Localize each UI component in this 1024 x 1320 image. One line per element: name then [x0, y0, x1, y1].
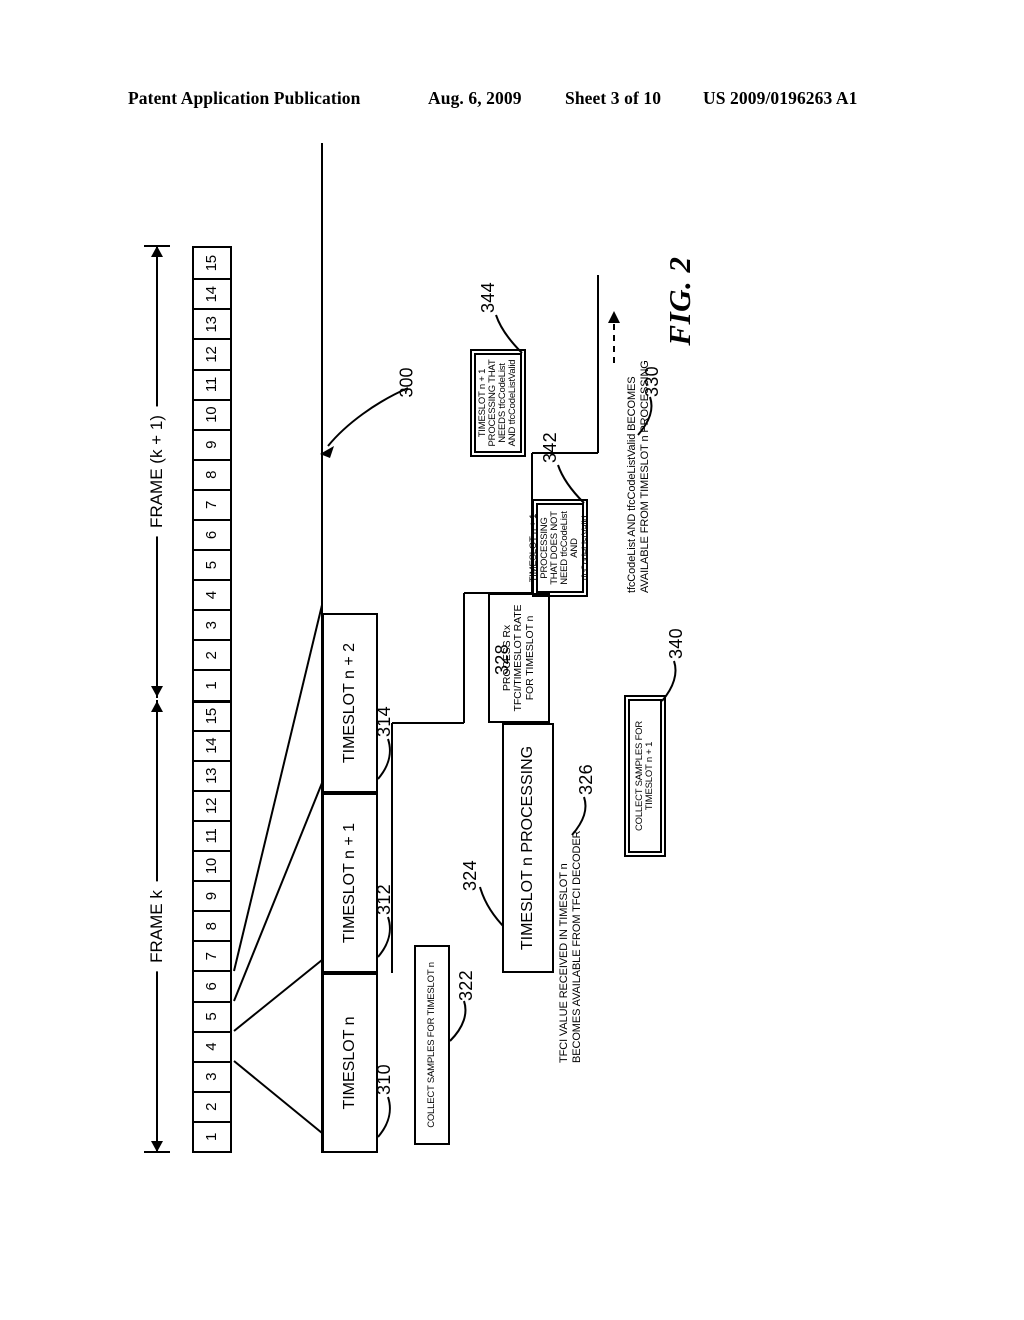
slot-cell[interactable]: 2: [194, 1090, 230, 1121]
ref-344: 344: [478, 282, 498, 313]
slot-cell[interactable]: 7: [194, 940, 230, 971]
collect-samples-n-label: COLLECT SAMPLES FOR TIMESLOT n: [425, 962, 437, 1128]
slot-cell[interactable]: 13: [194, 759, 230, 790]
slot-cell[interactable]: 11: [194, 819, 230, 851]
ref-322: 322: [456, 970, 476, 1001]
timeslot-n-label: TIMESLOT n: [341, 1016, 359, 1110]
timeslot-block-n-plus-2[interactable]: TIMESLOT n + 2: [322, 613, 378, 793]
slot-cell[interactable]: 2: [194, 639, 230, 670]
slot-cell[interactable]: 1: [194, 1120, 230, 1151]
ref-300-leader: [320, 387, 409, 458]
ref-310: 310: [374, 1064, 394, 1095]
slot-cell[interactable]: 9: [194, 880, 230, 911]
slot-cell[interactable]: 10: [194, 850, 230, 881]
collect-samples-n-plus-1-block[interactable]: COLLECT SAMPLES FOR TIMESLOT n + 1: [627, 680, 663, 872]
collect-samples-n-block[interactable]: COLLECT SAMPLES FOR TIMESLOT n: [414, 945, 450, 1145]
frame-k-label: FRAME k: [144, 881, 170, 972]
slot-cell[interactable]: 12: [194, 338, 230, 369]
ref-330: 330: [642, 366, 662, 397]
publication-label: Patent Application Publication: [128, 88, 361, 108]
figure-2-timing-diagram: FRAME k FRAME (k + 1) 1 2 3 4 5 6 7 8 9 …: [144, 143, 892, 1153]
timeslot-n-plus-1-processing-needs-block[interactable]: TIMESLOT n + 1 PROCESSING THAT NEEDS tfc…: [472, 344, 524, 462]
slot-cell[interactable]: 8: [194, 458, 230, 489]
frame-k-plus-1-span: FRAME (k + 1): [140, 245, 174, 698]
slot-cell[interactable]: 13: [194, 308, 230, 339]
timeslot-block-n[interactable]: TIMESLOT n: [322, 973, 378, 1153]
slot-cell[interactable]: 3: [194, 1060, 230, 1091]
slot-cell[interactable]: 1: [194, 669, 230, 700]
tfci-available-line2: BECOMES AVAILABLE FROM TFCI DECODER: [570, 830, 583, 1063]
tfci-available-line1: TFCI VALUE RECEIVED IN TIMESLOT n: [558, 863, 570, 1063]
slot-cell[interactable]: 4: [194, 1030, 230, 1061]
slot-cell[interactable]: 5: [194, 1000, 230, 1031]
timeslot-n-plus-2-label: TIMESLOT n + 2: [341, 642, 359, 764]
frame-k-span: FRAME k: [140, 700, 174, 1153]
slot-cell[interactable]: 8: [194, 910, 230, 941]
frame-k-plus-1-label: FRAME (k + 1): [144, 406, 170, 537]
slot-cell[interactable]: 10: [194, 398, 230, 429]
page-header: Patent Application Publication Aug. 6, 2…: [0, 88, 1024, 116]
collect-samples-n-plus-1-label: COLLECT SAMPLES FOR TIMESLOT n + 1: [633, 720, 655, 832]
tfci-available-annotation: TFCI VALUE RECEIVED IN TIMESLOT n BECOME…: [558, 831, 584, 1063]
timeslot-n-processing-block[interactable]: TIMESLOT n PROCESSING: [502, 723, 554, 973]
slot-cell[interactable]: 14: [194, 278, 230, 309]
sheet-number: Sheet 3 of 10: [565, 88, 662, 108]
slot-cell[interactable]: 15: [194, 699, 230, 730]
tfc-codelist-line1: tfcCodeList AND tfcCodeListValid BECOMES: [626, 376, 638, 594]
slot-cell[interactable]: 6: [194, 970, 230, 1001]
slot-cell[interactable]: 5: [194, 549, 230, 580]
slot-cell[interactable]: 3: [194, 609, 230, 640]
timeslot-n-plus-1-processing-needs-label: TIMESLOT n + 1 PROCESSING THAT NEEDS tfc…: [476, 359, 519, 447]
timeslot-n-plus-1-processing-no-need-label: TIMESLOT n + 1 PROCESSING THAT DOES NOT …: [528, 511, 591, 585]
publication-date: Aug. 6, 2009: [428, 88, 522, 108]
slot-cell[interactable]: 9: [194, 428, 230, 459]
ref-314: 314: [374, 706, 394, 737]
ref-326: 326: [576, 764, 596, 795]
timeslot-number-strip: 1 2 3 4 5 6 7 8 9 10 11 12 13 14 15 1 2 …: [192, 246, 232, 1153]
ref-342: 342: [540, 432, 560, 463]
timeslot-n-plus-1-label: TIMESLOT n + 1: [341, 822, 359, 944]
slot-cell[interactable]: 15: [194, 248, 230, 278]
slot-cell[interactable]: 7: [194, 488, 230, 520]
slot-cell[interactable]: 11: [194, 368, 230, 399]
slot-cell[interactable]: 14: [194, 729, 230, 760]
slot-cell[interactable]: 6: [194, 519, 230, 550]
patent-number: US 2009/0196263 A1: [703, 88, 858, 108]
timeslot-block-n-plus-1[interactable]: TIMESLOT n + 1: [322, 793, 378, 973]
ref-340: 340: [666, 628, 686, 659]
ref-324: 324: [460, 860, 480, 891]
timeslot-n-processing-label: TIMESLOT n PROCESSING: [519, 745, 537, 951]
timeslot-n-plus-1-processing-no-need-block[interactable]: TIMESLOT n + 1 PROCESSING THAT DOES NOT …: [528, 495, 591, 601]
ref-312: 312: [374, 884, 394, 915]
slot-cell[interactable]: 4: [194, 579, 230, 610]
ref-328: 328: [492, 644, 512, 675]
slot-cell[interactable]: 12: [194, 789, 230, 820]
